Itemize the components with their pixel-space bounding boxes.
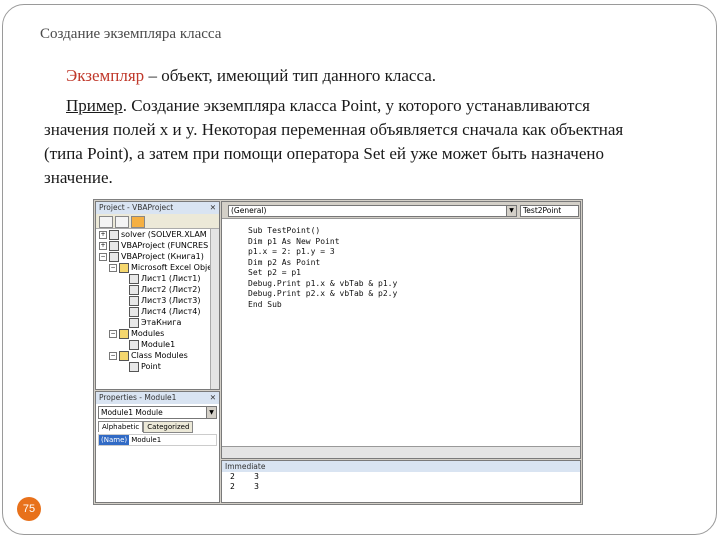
property-row[interactable]: (Name) Module1 [98,434,217,446]
tree-item[interactable]: Лист2 (Лист2) [96,284,211,295]
properties-tabs: Alphabetic Categorized [98,421,217,433]
tree-item[interactable]: ЭтаКнига [96,317,211,328]
project-pane-title-text: Project - VBAProject [99,203,174,212]
project-pane-title: Project - VBAProject ✕ [96,202,219,214]
immediate-output-line: 2 3 [230,472,259,481]
object-select[interactable]: (General) ▼ [228,205,517,217]
tree-item[interactable]: − VBAProject (Книга1) [96,251,211,262]
tree-item[interactable]: + solver (SOLVER.XLAM [96,229,211,240]
chevron-down-icon[interactable]: ▼ [206,407,216,418]
project-toolbar [96,214,219,229]
code-line: Dim p2 As Point [248,257,321,267]
example-label: Пример [66,96,123,115]
code-line: Debug.Print p1.x & vbTab & p1.y [248,278,398,288]
code-line: Sub TestPoint() [248,226,321,235]
definition-paragraph: Экземпляр – объект, имеющий тип данного … [66,64,436,88]
tab-alphabetic[interactable]: Alphabetic [98,421,144,432]
project-tree: + solver (SOLVER.XLAM + VBAProject (FUNCRE… [96,229,212,389]
close-icon[interactable]: ✕ [210,202,216,214]
properties-pane-title-text: Properties - Module1 [99,393,177,402]
code-combos: (General) ▼ Test2Point [222,202,580,219]
chevron-down-icon[interactable]: ▼ [506,206,516,216]
property-key: (Name) [99,435,129,445]
example-text: . Создание экземпляра класса Point, у ко… [44,96,624,187]
code-line: End Sub [248,299,282,309]
tree-item[interactable]: − Microsoft Excel Obje [96,262,212,273]
code-line: Dim p1 As New Point [248,236,340,246]
example-paragraph: Пример. Создание экземпляра класса Point… [44,94,654,190]
project-explorer-pane: Project - VBAProject ✕ + solver (SOLVER.X… [95,201,220,390]
immediate-output-line: 2 3 [230,482,259,491]
page-number-badge: 75 [17,497,41,521]
immediate-title: Immediate [222,461,580,472]
code-line: Debug.Print p2.x & vbTab & p2.y [248,289,398,298]
tree-item[interactable]: − Modules [96,328,211,339]
properties-pane: Properties - Module1 ✕ Module1 Module ▼ A… [95,391,220,503]
definition-text: – объект, имеющий тип данного класса. [144,66,437,85]
vba-editor-screenshot: Project - VBAProject ✕ + solver (SOLVER.X… [93,199,583,505]
code-window: (General) ▼ Test2Point Sub TestPoint() Di… [221,201,581,459]
project-scrollbar[interactable] [210,229,219,389]
tab-categorized[interactable]: Categorized [143,421,194,433]
tree-item[interactable]: Лист4 (Лист4) [96,306,211,317]
tree-item[interactable]: Point [96,361,211,372]
tree-item[interactable]: − Class Modules [96,350,211,361]
tree-item[interactable]: Лист3 (Лист3) [96,295,211,306]
property-value: Module1 [131,436,162,444]
procedure-select[interactable]: Test2Point [520,205,579,217]
code-line: Set p2 = p1 [248,268,301,277]
properties-pane-title: Properties - Module1 ✕ [96,392,219,404]
close-icon[interactable]: ✕ [210,392,216,404]
tree-item[interactable]: Лист1 (Лист1) [96,273,211,284]
view-code-icon[interactable] [99,216,113,228]
tree-item[interactable]: + VBAProject (FUNCRES [96,240,211,251]
code-horizontal-scrollbar[interactable] [222,446,580,458]
properties-object-select[interactable]: Module1 Module ▼ [98,406,217,419]
code-line: p1.x = 2: p1.y = 3 [248,247,335,256]
tree-item[interactable]: Module1 [96,339,211,350]
view-object-icon[interactable] [115,216,129,228]
definition-term: Экземпляр [66,66,145,85]
toggle-folders-icon[interactable] [131,216,145,228]
slide-title: Создание экземпляра класса [40,26,222,42]
immediate-window: Immediate 2 3 2 3 [221,460,581,503]
code-editor[interactable]: Sub TestPoint() Dim p1 As New Point p1.x… [248,226,397,310]
